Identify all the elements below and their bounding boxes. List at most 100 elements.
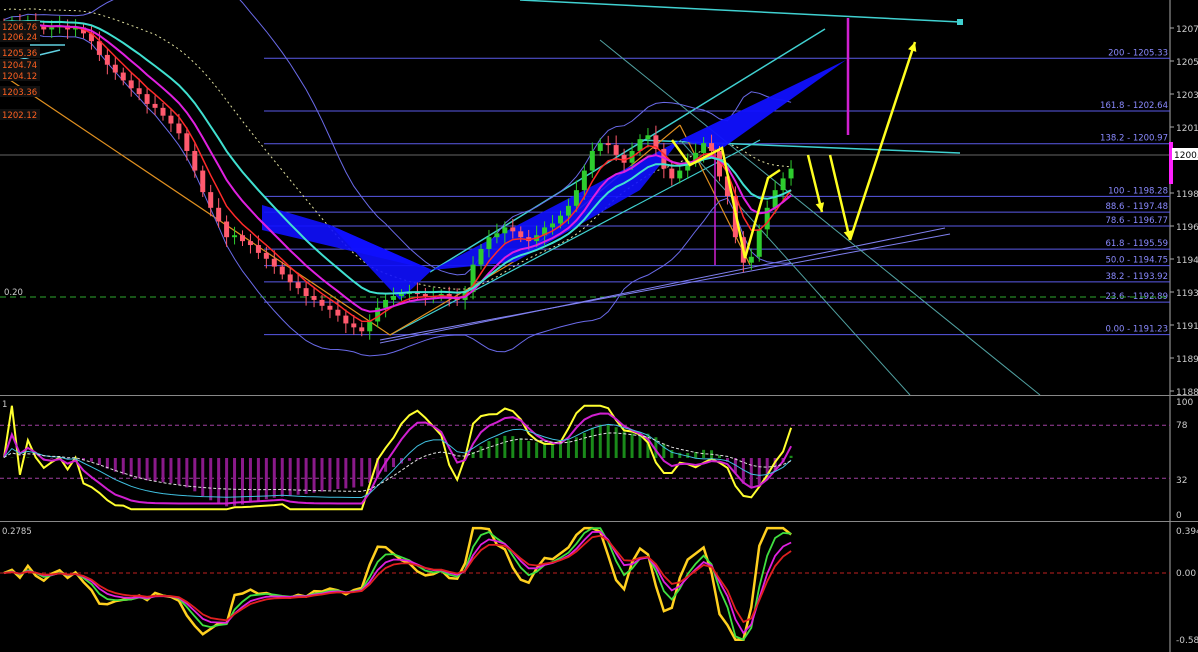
fib-level-label: 50.0 - 1194.75 <box>1105 256 1168 266</box>
left-level-labels: 1206.761206.241205.361204.741204.121203.… <box>0 21 40 298</box>
pattern-fill-right <box>680 60 846 150</box>
price-tick-label: 1198 <box>1176 190 1198 200</box>
osc-histogram-bar <box>479 446 483 458</box>
osc-histogram-bar <box>241 458 244 505</box>
osc-histogram-bar <box>312 458 316 493</box>
osc-histogram-bar <box>455 458 459 459</box>
bear-candle <box>152 103 158 108</box>
osc-histogram-bar <box>630 433 634 458</box>
support-line <box>379 227 946 344</box>
osc-histogram-bar <box>209 458 213 501</box>
left-level-label: 1202.12 <box>2 111 37 121</box>
left-level-label: 1204.74 <box>2 61 37 71</box>
price-axis: 1207120512031201120011981196119411931191… <box>1169 25 1198 398</box>
momentum-label: 0.2785 <box>2 527 32 537</box>
osc-histogram-bar <box>415 458 419 460</box>
osc-histogram-bar <box>487 441 491 458</box>
momentum-tick-label: 0.394 <box>1176 527 1198 537</box>
fib-level-label: 161.8 - 1202.64 <box>1100 101 1168 111</box>
bull-candle <box>391 296 397 300</box>
osc-histogram-bar <box>622 431 626 458</box>
osc-histogram-bar <box>535 442 539 458</box>
bear-candle <box>510 227 516 232</box>
osc-histogram-bar <box>328 458 332 491</box>
osc-histogram-bar <box>360 458 364 487</box>
bull-candle <box>756 229 762 257</box>
price-chart[interactable]: 200 - 1205.33 161.8 - 1202.64 138.2 - 1200… <box>0 0 1198 652</box>
osc-histogram-bar <box>344 458 348 489</box>
osc-histogram-bar <box>248 458 252 503</box>
price-tick-label: 1207 <box>1176 25 1198 35</box>
bear-candle <box>184 133 190 151</box>
momentum-tick-label: 0.00 <box>1176 569 1196 579</box>
osc-tick-label: 100 <box>1176 398 1193 408</box>
left-dashed-label: 0.20 <box>4 288 23 298</box>
bull-candle <box>589 150 595 171</box>
bear-candle <box>263 252 269 259</box>
osc-histogram-bar <box>161 458 165 483</box>
osc-histogram-bar <box>392 458 396 468</box>
osc-histogram-bar <box>511 436 515 458</box>
osc-histogram-bar <box>614 427 618 458</box>
bear-candle <box>709 143 715 151</box>
bear-candle <box>247 241 253 246</box>
osc-histogram-bar <box>113 458 117 472</box>
bear-candle <box>518 231 524 238</box>
bull-candle <box>573 190 579 206</box>
bear-candle <box>104 54 110 65</box>
osc-histogram-bar <box>423 458 427 459</box>
price-tick-label: 1196 <box>1176 223 1198 233</box>
bull-candle <box>383 299 389 308</box>
bear-candle <box>144 94 150 104</box>
momentum-panel: 0.394 0.00 -0.588 0.2785 <box>0 526 1198 646</box>
bear-candle <box>422 294 428 296</box>
osc-histogram-bar <box>129 458 133 477</box>
bear-candle <box>359 327 365 332</box>
osc-histogram-bar <box>121 458 125 475</box>
bull-candle <box>502 227 508 234</box>
price-tick-label: 1194 <box>1176 256 1198 266</box>
bear-candle <box>255 245 261 253</box>
fib-level-label: 61.8 - 1195.59 <box>1105 239 1168 249</box>
osc-histogram-bar <box>352 458 356 488</box>
bull-candle <box>367 321 373 332</box>
osc-histogram-bar <box>50 458 54 459</box>
osc-histogram-bar <box>280 458 284 497</box>
osc-histogram-bar <box>407 458 411 461</box>
osc-histogram-bar <box>590 427 594 458</box>
bull-candle <box>677 170 683 179</box>
bear-candle <box>605 143 611 146</box>
bear-candle <box>128 80 134 89</box>
bear-candle <box>120 72 126 81</box>
bear-candle <box>208 192 214 208</box>
projection-arrow-up-head <box>908 42 917 52</box>
price-tick-label: 1201 <box>1176 124 1198 134</box>
panel-frames <box>0 0 1198 652</box>
bear-candle <box>319 299 325 306</box>
fib-level-label: 100 - 1198.28 <box>1108 186 1168 196</box>
projection-arrow-up <box>848 41 917 241</box>
bear-candle <box>200 170 206 193</box>
osc-tick-label: 32 <box>1176 476 1187 486</box>
left-level-label: 1204.12 <box>2 72 37 82</box>
bull-candle <box>486 237 492 249</box>
osc-histogram-bar <box>336 458 340 490</box>
trend-lines <box>9 0 1041 396</box>
bear-candle <box>311 296 317 300</box>
bull-candle <box>565 205 571 216</box>
bull-candle <box>645 135 651 140</box>
osc-histogram-bar <box>495 437 499 458</box>
bear-candle <box>327 305 333 310</box>
bear-candle <box>669 168 675 179</box>
ema-slow <box>3 20 792 295</box>
osc-histogram-bar <box>789 455 793 458</box>
bear-candle <box>343 315 349 324</box>
osc-tick-label: 0 <box>1176 511 1182 521</box>
diagonal-line <box>599 39 1041 396</box>
bull-candle <box>478 248 484 265</box>
price-tick-label: 1188 <box>1176 388 1198 398</box>
bull-candle <box>581 170 587 191</box>
osc-histogram-bar <box>153 458 157 482</box>
bear-candle <box>112 64 118 73</box>
fib-level-label: 138.2 - 1200.97 <box>1100 134 1168 144</box>
